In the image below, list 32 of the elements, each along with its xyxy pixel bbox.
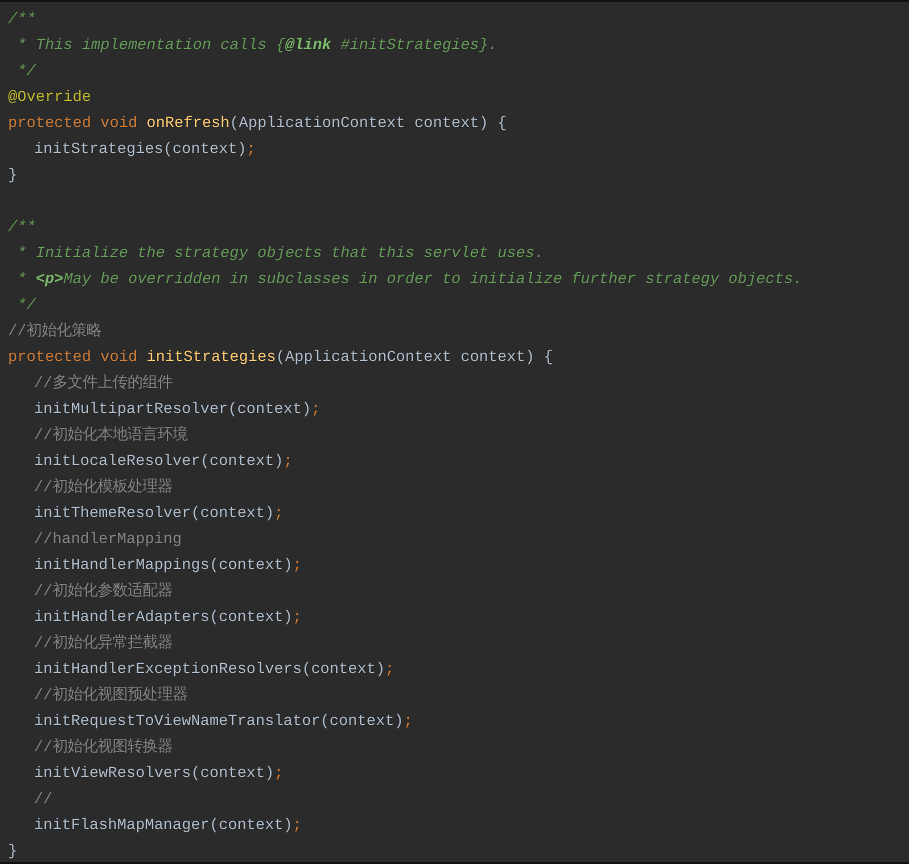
code-line: * Initialize the strategy objects that this servlet uses. bbox=[16, 243, 544, 264]
code-line: // bbox=[34, 789, 52, 810]
code-line: initFlashMapManager(context); bbox=[34, 815, 302, 836]
code-line: //初始化视图预处理器 bbox=[34, 685, 188, 706]
code-line: /** bbox=[8, 217, 36, 238]
code-line: initStrategies(context); bbox=[34, 139, 256, 160]
code-line: } bbox=[8, 165, 18, 186]
code-line: protected void initStrategies(ApplicationContext context) { bbox=[8, 347, 553, 368]
code-line: protected void onRefresh(ApplicationContext context) { bbox=[8, 113, 507, 134]
code-line: //初始化策略 bbox=[8, 321, 102, 342]
code-line: @Override bbox=[8, 87, 92, 108]
code-line: //初始化模板处理器 bbox=[34, 477, 172, 498]
code-line: } bbox=[8, 841, 18, 862]
code-line: /** bbox=[8, 9, 36, 30]
code-line: */ bbox=[16, 295, 36, 316]
code-line: //初始化视图转换器 bbox=[34, 737, 172, 758]
code-line: initViewResolvers(context); bbox=[34, 763, 284, 784]
code-line: initHandlerAdapters(context); bbox=[34, 607, 302, 628]
code-line: * This implementation calls {@link #initStrategies}. bbox=[16, 35, 498, 56]
code-line: //多文件上传的组件 bbox=[34, 373, 172, 394]
code-line: * <p>May be overridden in subclasses in order to initialize further strategy objects. bbox=[16, 269, 802, 290]
code-line: //handlerMapping bbox=[34, 529, 182, 550]
code-line: initRequestToViewNameTranslator(context); bbox=[34, 711, 413, 732]
code-line: //初始化本地语言环境 bbox=[34, 425, 188, 446]
code-line: initMultipartResolver(context); bbox=[34, 399, 320, 420]
code-line: //初始化异常拦截器 bbox=[34, 633, 172, 654]
code-line: initHandlerExceptionResolvers(context); bbox=[34, 659, 394, 680]
code-line: initThemeResolver(context); bbox=[34, 503, 284, 524]
code-line: //初始化参数适配器 bbox=[34, 581, 172, 602]
code-line: */ bbox=[16, 61, 36, 82]
code-line: initHandlerMappings(context); bbox=[34, 555, 302, 576]
code-line: initLocaleResolver(context); bbox=[34, 451, 293, 472]
